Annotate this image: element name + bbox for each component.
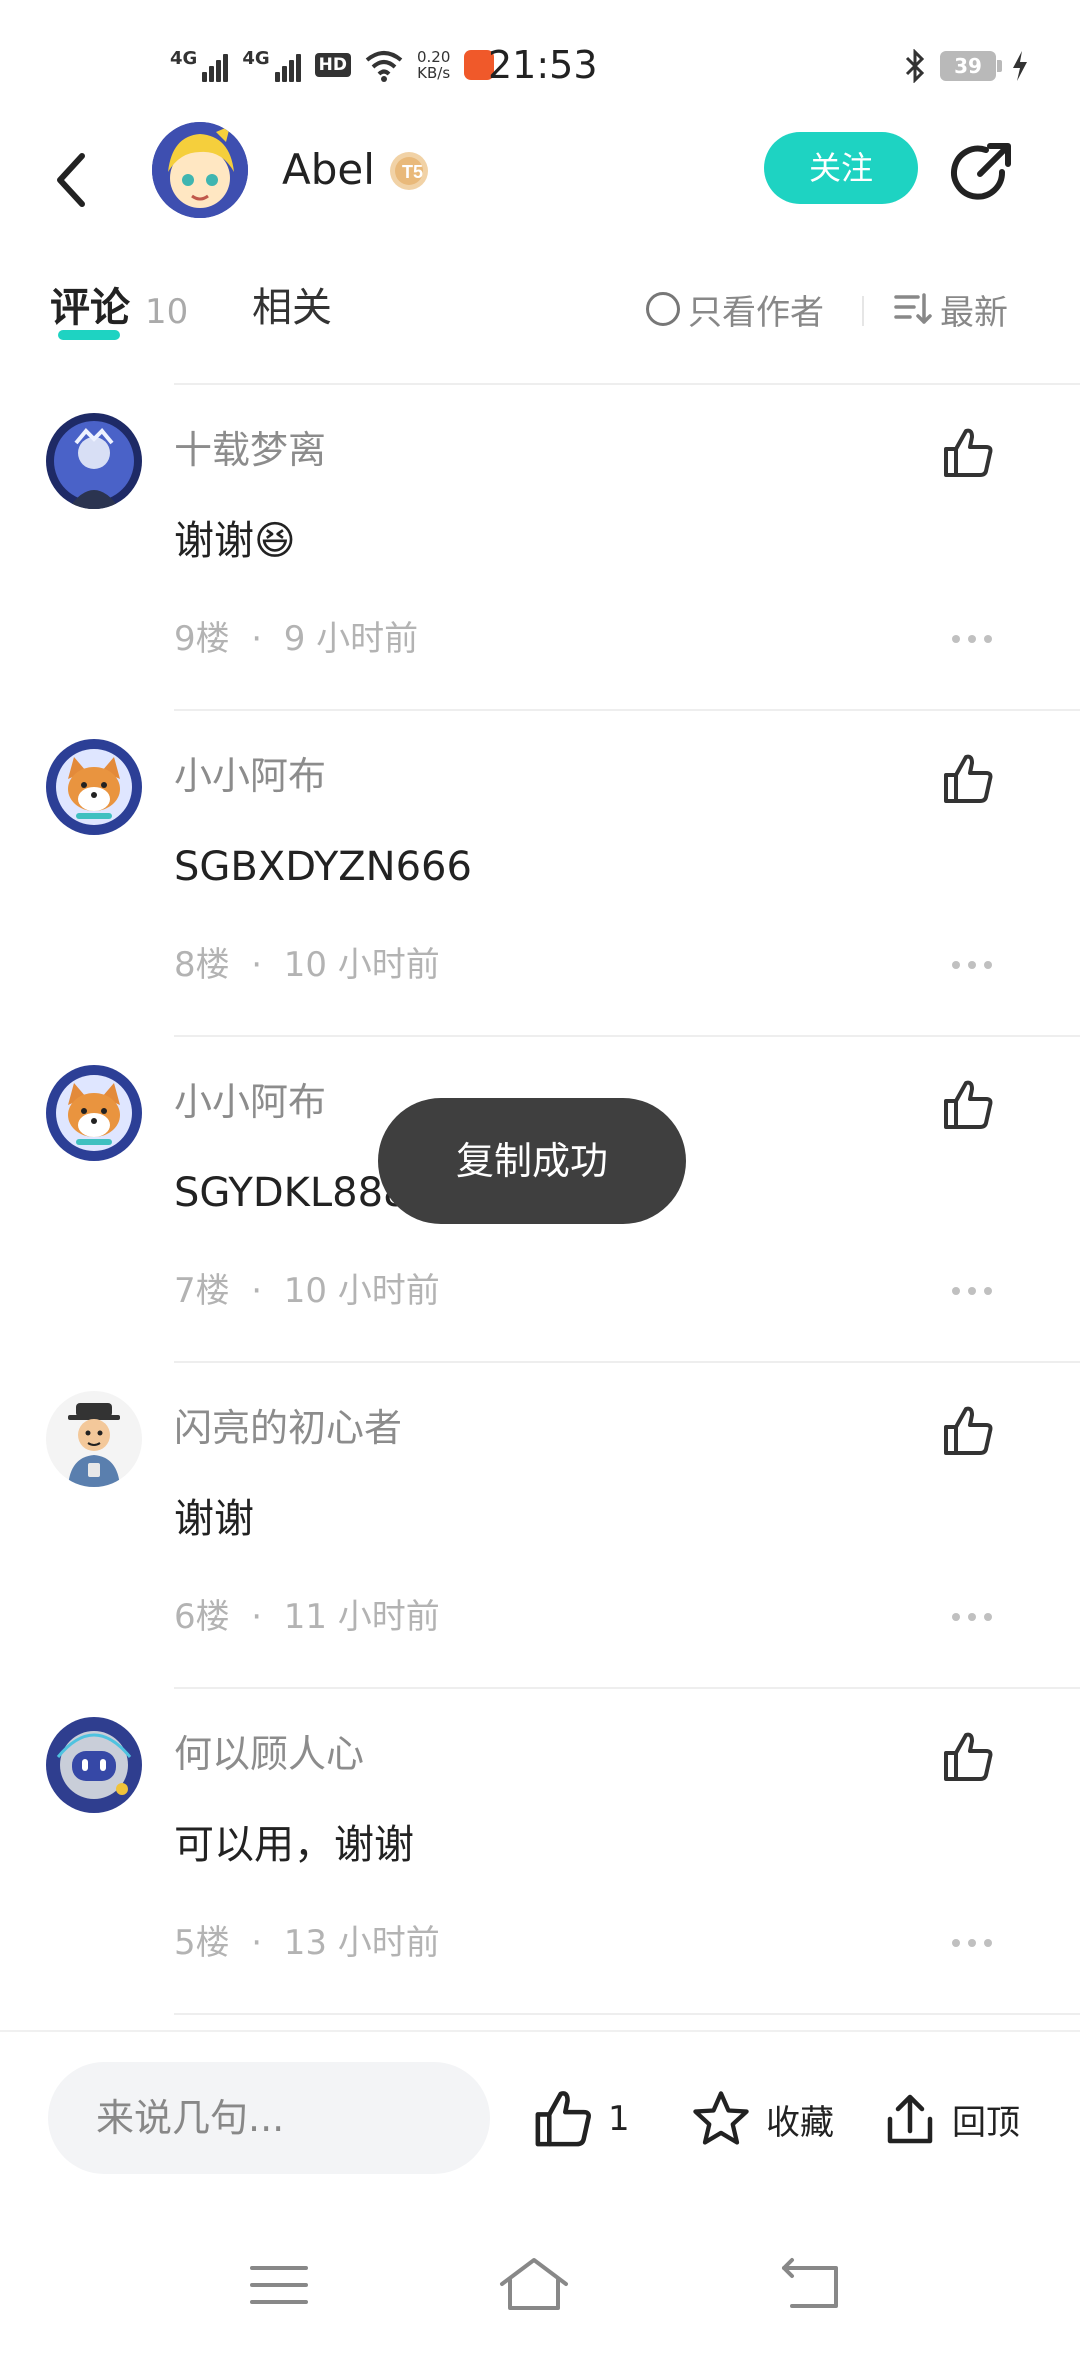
share-button[interactable] xyxy=(946,138,1016,208)
home-icon[interactable] xyxy=(494,2250,574,2320)
sort-icon xyxy=(894,293,932,324)
like-icon[interactable] xyxy=(940,1077,996,1133)
commenter-avatar[interactable] xyxy=(46,1717,142,1813)
back-to-top-button[interactable]: 回顶 xyxy=(880,2084,1020,2154)
post-comments-screen: 4G 4G HD 0.20 KB/s 21:53 39 Abel T5 关注 评… xyxy=(0,0,1080,2376)
comment-meta: 6楼 · 11 小时前 xyxy=(174,1597,440,1637)
svg-text:T5: T5 xyxy=(402,162,423,182)
comment-text[interactable]: SGBXDYZN666 xyxy=(174,839,472,895)
cellular-signal-icon-2: 4G xyxy=(242,48,301,82)
radio-circle-icon xyxy=(646,292,680,326)
grin-emoji-icon: 😆 xyxy=(254,518,296,564)
commenter-avatar[interactable] xyxy=(46,413,142,509)
network-speed: 0.20 KB/s xyxy=(416,48,451,82)
status-time: 21:53 xyxy=(488,43,598,87)
comment-text[interactable]: 可以用，谢谢 xyxy=(174,1817,414,1873)
comment-meta: 7楼 · 10 小时前 xyxy=(174,1271,440,1311)
like-icon[interactable] xyxy=(940,1729,996,1785)
commenter-avatar[interactable] xyxy=(46,1065,142,1161)
comment-meta: 5楼 · 13 小时前 xyxy=(174,1923,440,1963)
divider xyxy=(862,296,864,326)
author-only-toggle[interactable]: 只看作者 xyxy=(646,284,824,334)
hd-voice-icon: HD xyxy=(314,53,351,77)
comment-tabs: 评论 10 相关 只看作者 最新 xyxy=(0,260,1080,360)
comment-meta: 8楼 · 10 小时前 xyxy=(174,945,440,985)
more-options-button[interactable] xyxy=(952,1287,992,1299)
post-header: Abel T5 关注 xyxy=(0,110,1080,250)
battery-icon: 39 xyxy=(940,51,1002,81)
charging-icon xyxy=(1013,51,1027,81)
star-icon xyxy=(693,2091,749,2145)
like-icon xyxy=(535,2091,591,2147)
tab-related[interactable]: 相关 xyxy=(252,280,332,336)
divider xyxy=(174,2013,1080,2015)
more-options-button[interactable] xyxy=(952,1613,992,1625)
comment-meta: 9楼 · 9 小时前 xyxy=(174,619,419,659)
level-badge-icon: T5 xyxy=(390,152,428,190)
commenter-name[interactable]: 十载梦离 xyxy=(174,425,326,475)
sort-button[interactable]: 最新 xyxy=(894,284,1008,334)
shiba-dog-avatar-icon xyxy=(46,1065,142,1161)
back-button[interactable] xyxy=(52,140,112,220)
share-icon xyxy=(951,143,1011,200)
anime-fighter-avatar-icon xyxy=(46,413,142,509)
more-options-button[interactable] xyxy=(952,961,992,973)
tab-comments[interactable]: 评论 xyxy=(50,280,130,336)
anime-avatar-icon xyxy=(152,122,248,218)
bluetooth-icon xyxy=(905,49,925,83)
comment-text[interactable]: 谢谢😆 xyxy=(174,513,296,569)
system-navigation-bar xyxy=(0,2200,1080,2376)
cellular-signal-icon-1: 4G xyxy=(170,48,229,82)
comment-item: 闪亮的初心者 谢谢 6楼 · 11 小时前 xyxy=(0,1363,1080,1689)
commenter-name[interactable]: 小小阿布 xyxy=(174,751,326,801)
shiba-dog-avatar-icon xyxy=(46,739,142,835)
author-name[interactable]: Abel xyxy=(282,142,375,198)
comment-item: 何以顾人心 可以用，谢谢 5楼 · 13 小时前 xyxy=(0,1689,1080,2015)
commenter-name[interactable]: 闪亮的初心者 xyxy=(174,1403,402,1453)
cartoon-man-avatar-icon xyxy=(46,1391,142,1487)
like-icon[interactable] xyxy=(940,1403,996,1459)
active-tab-indicator xyxy=(58,330,120,340)
more-options-button[interactable] xyxy=(952,635,992,647)
comment-text[interactable]: SGYDKL888 xyxy=(174,1165,409,1221)
menu-icon[interactable] xyxy=(240,2250,320,2320)
comments-count: 10 xyxy=(145,292,189,332)
back-nav-icon[interactable] xyxy=(770,2250,850,2320)
favorite-button[interactable]: 收藏 xyxy=(688,2084,834,2154)
status-bar: 4G 4G HD 0.20 KB/s 21:53 39 xyxy=(0,0,1080,110)
upload-arrow-icon xyxy=(887,2094,933,2144)
chevron-left-icon xyxy=(57,153,85,207)
more-options-button[interactable] xyxy=(952,1939,992,1951)
comment-text[interactable]: 谢谢 xyxy=(174,1491,254,1547)
like-icon[interactable] xyxy=(940,425,996,481)
author-avatar[interactable] xyxy=(152,122,248,218)
commenter-name[interactable]: 小小阿布 xyxy=(174,1077,326,1127)
like-icon[interactable] xyxy=(940,751,996,807)
comment-item: 十载梦离 谢谢😆 9楼 · 9 小时前 xyxy=(0,385,1080,711)
bottom-action-bar: 来说几句... 1 收藏 回顶 xyxy=(0,2030,1080,2200)
like-count: 1 xyxy=(608,2099,630,2139)
like-post-button[interactable]: 1 xyxy=(530,2084,630,2154)
comment-input[interactable]: 来说几句... xyxy=(48,2062,490,2174)
follow-button[interactable]: 关注 xyxy=(764,132,918,204)
commenter-avatar[interactable] xyxy=(46,739,142,835)
comment-item: 小小阿布 SGBXDYZN666 8楼 · 10 小时前 xyxy=(0,711,1080,1037)
commenter-name[interactable]: 何以顾人心 xyxy=(174,1729,364,1779)
copy-success-toast: 复制成功 xyxy=(378,1098,686,1224)
wifi-icon xyxy=(365,51,403,82)
robot-avatar-icon xyxy=(46,1717,142,1813)
commenter-avatar[interactable] xyxy=(46,1391,142,1487)
